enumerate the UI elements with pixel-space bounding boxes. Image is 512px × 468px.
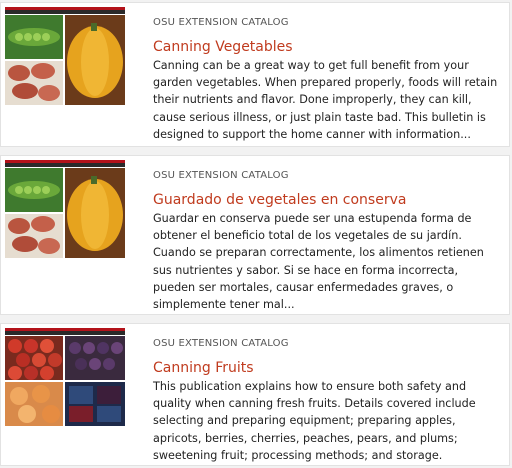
result-card[interactable]: OSU EXTENSION CATALOG Guardado de vegeta… [0,155,510,315]
catalog-label: OSU EXTENSION CATALOG [153,338,289,349]
result-description: Canning can be a great way to get full b… [153,59,498,141]
result-description: Guardar en conserva puede ser una estupe… [153,212,484,312]
result-card[interactable]: OSU EXTENSION CATALOG Canning Vegetables… [0,2,510,147]
publication-cover-image[interactable] [5,328,125,426]
result-card[interactable]: OSU EXTENSION CATALOG Canning Fruits Thi… [0,323,510,466]
catalog-label: OSU EXTENSION CATALOG [153,17,289,28]
result-title-link[interactable]: Guardado de vegetales en conserva [153,192,406,208]
publication-cover-image[interactable] [5,7,125,105]
publication-cover-image[interactable] [5,160,125,258]
result-title-link[interactable]: Canning Vegetables [153,39,293,55]
catalog-label: OSU EXTENSION CATALOG [153,170,289,181]
result-title-link[interactable]: Canning Fruits [153,360,254,376]
result-description: This publication explains how to ensure … [153,380,476,462]
